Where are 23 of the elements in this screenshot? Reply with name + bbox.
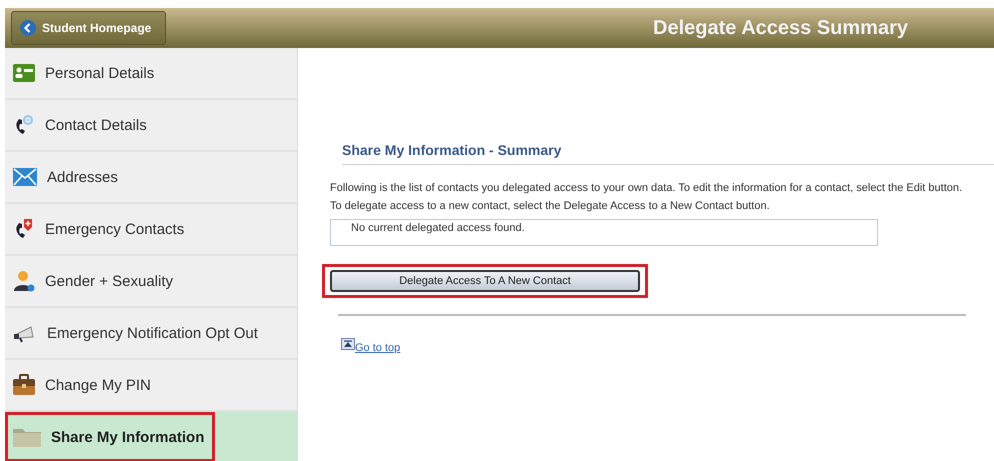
- sidebar-item[interactable]: Gender + Sexuality: [5, 256, 297, 308]
- sidebar-item[interactable]: Contact Details: [5, 100, 297, 152]
- highlight-frame: Share My Information: [5, 412, 216, 461]
- description-text: Following is the list of contacts you delegated access to your own data. To edit the information for a contact, select the Edit button. To delegate access to a new contact, select the Delegate Access to a New Contact button.: [330, 181, 964, 214]
- folder-icon: [13, 427, 41, 447]
- briefcase-icon: [13, 374, 35, 396]
- section-title: Share My Information - Summary: [342, 142, 994, 165]
- sidebar-item[interactable]: Personal Details: [5, 48, 297, 100]
- delegate-access-button[interactable]: Delegate Access To A New Contact: [330, 270, 640, 292]
- sidebar-item[interactable]: Emergency Notification Opt Out: [5, 308, 297, 360]
- results-box: No current delegated access found.: [330, 219, 878, 246]
- page-title: Delegate Access Summary: [652, 16, 909, 40]
- go-to-top-icon: [341, 338, 355, 350]
- person-icon: [13, 270, 35, 292]
- sidebar-item[interactable]: Addresses: [5, 152, 297, 204]
- sidebar-item[interactable]: Emergency Contacts: [5, 204, 297, 256]
- go-to-top-link[interactable]: Go to top: [355, 342, 400, 354]
- sidebar-item[interactable]: Share My Information: [5, 412, 297, 461]
- sidebar-item[interactable]: Change My PIN: [5, 360, 297, 412]
- back-button[interactable]: Student Homepage: [11, 11, 166, 45]
- envelope-icon: [13, 168, 37, 186]
- back-icon: [20, 20, 36, 36]
- id-card-icon: [13, 64, 35, 82]
